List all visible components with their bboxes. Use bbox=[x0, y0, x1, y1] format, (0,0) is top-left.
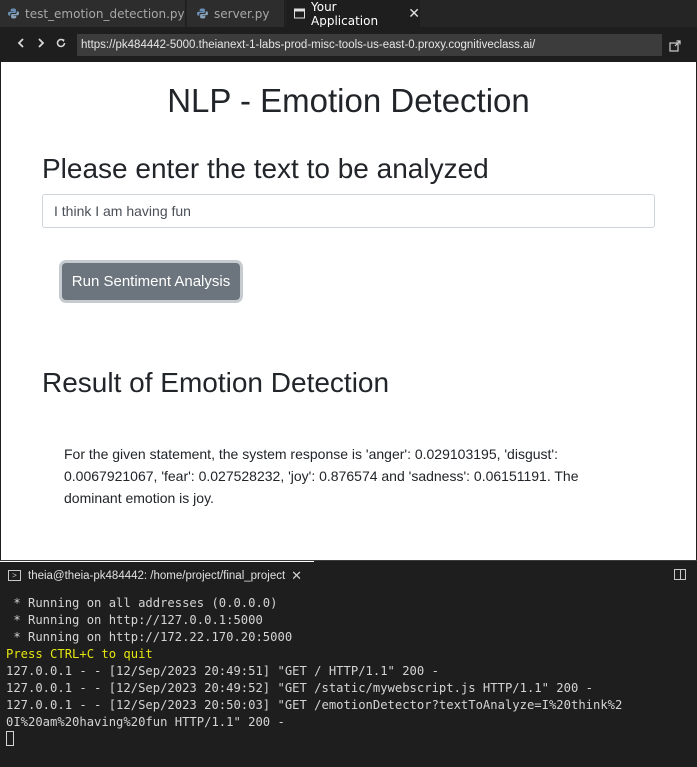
reload-icon[interactable] bbox=[51, 37, 71, 52]
tabbar-empty-area bbox=[420, 0, 697, 27]
app-page: NLP - Emotion Detection Please enter the… bbox=[1, 62, 696, 560]
tab-your-application[interactable]: Your Application ✕ bbox=[286, 0, 420, 28]
terminal-line: 0I%20am%20having%20fun HTTP/1.1" 200 - bbox=[6, 715, 285, 729]
result-text: For the given statement, the system resp… bbox=[64, 446, 579, 506]
tab-label: Your Application bbox=[311, 0, 379, 28]
page-title: NLP - Emotion Detection bbox=[167, 82, 530, 119]
terminal-output[interactable]: * Running on all addresses (0.0.0.0) * R… bbox=[0, 588, 697, 767]
back-icon[interactable] bbox=[11, 37, 31, 52]
browser-toolbar: https://pk484442-5000.theianext-1-labs-p… bbox=[0, 27, 697, 62]
tab-label: server.py bbox=[214, 6, 270, 21]
terminal-cursor bbox=[6, 731, 14, 746]
terminal-tab-bar: > theia@theia-pk484442: /home/project/fi… bbox=[0, 560, 697, 589]
terminal-line-quit-hint: Press CTRL+C to quit bbox=[6, 647, 153, 661]
split-terminal-icon[interactable] bbox=[674, 569, 686, 580]
terminal-line: * Running on http://172.22.170.20:5000 bbox=[6, 630, 293, 644]
terminal-line: * Running on http://127.0.0.1:5000 bbox=[6, 613, 263, 627]
editor-tab-bar: test_emotion_detection.py server.py Your… bbox=[0, 0, 697, 28]
python-file-icon bbox=[197, 8, 208, 19]
terminal-tab-title: theia@theia-pk484442: /home/project/fina… bbox=[28, 569, 286, 582]
close-icon[interactable]: ✕ bbox=[291, 568, 302, 584]
run-sentiment-analysis-button[interactable]: Run Sentiment Analysis bbox=[62, 263, 240, 300]
tab-label: test_emotion_detection.py bbox=[25, 6, 185, 21]
result-heading: Result of Emotion Detection bbox=[42, 367, 390, 398]
terminal-line: 127.0.0.1 - - [12/Sep/2023 20:50:03] "GE… bbox=[6, 698, 623, 712]
forward-icon[interactable] bbox=[31, 37, 51, 52]
terminal-line: 127.0.0.1 - - [12/Sep/2023 20:49:51] "GE… bbox=[6, 664, 439, 678]
url-field[interactable]: https://pk484442-5000.theianext-1-labs-p… bbox=[77, 34, 662, 56]
text-to-analyze-input[interactable]: I think I am having fun bbox=[42, 194, 655, 228]
close-icon[interactable]: ✕ bbox=[408, 6, 420, 22]
tab-server[interactable]: server.py bbox=[187, 0, 285, 27]
python-file-icon bbox=[8, 8, 19, 19]
terminal-line: * Running on all addresses (0.0.0.0) bbox=[6, 596, 278, 610]
input-heading: Please enter the text to be analyzed bbox=[42, 153, 489, 184]
tab-test-emotion-detection[interactable]: test_emotion_detection.py bbox=[0, 0, 186, 27]
browser-window-icon bbox=[294, 8, 305, 19]
terminal-tab[interactable]: > theia@theia-pk484442: /home/project/fi… bbox=[0, 561, 314, 589]
open-external-icon[interactable] bbox=[669, 37, 683, 52]
terminal-line: 127.0.0.1 - - [12/Sep/2023 20:49:52] "GE… bbox=[6, 681, 593, 695]
terminal-icon: > bbox=[8, 570, 21, 581]
